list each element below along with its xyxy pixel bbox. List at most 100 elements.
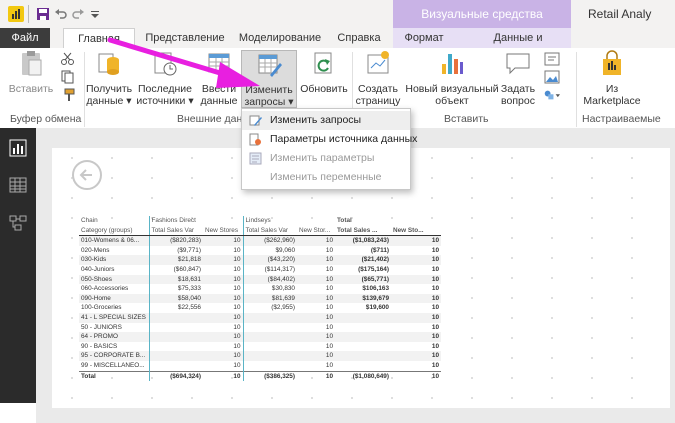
matrix-cell: 050-Shoes — [79, 274, 149, 285]
matrix-cell: 10 — [391, 293, 441, 304]
matrix-cell: Total Sales ... — [335, 225, 391, 237]
tab-format[interactable]: Формат — [398, 28, 450, 48]
matrix-cell: 100-Groceries — [81, 304, 122, 312]
matrix-cell: $9,060 — [242, 245, 297, 256]
matrix-cell: 10 — [431, 361, 439, 369]
matrix-cell: 020-Mens — [81, 246, 110, 254]
matrix-cell: Fashions Direct — [148, 216, 203, 226]
tab-file[interactable]: Файл — [0, 28, 50, 48]
menu-item-data-source-settings[interactable]: Параметры источника данных — [242, 130, 417, 149]
qat-divider — [28, 5, 29, 23]
matrix-cell: 10 — [203, 332, 243, 342]
matrix-cell: ($175,164) — [358, 265, 389, 273]
separator — [576, 52, 577, 127]
matrix-cell: 10 — [391, 235, 441, 246]
view-switcher-sidebar — [0, 128, 36, 403]
menu-item-edit-queries[interactable]: Изменить запросы — [242, 111, 410, 130]
matrix-cell: ($711) — [370, 246, 389, 254]
matrix-cell: 10 — [297, 351, 335, 361]
matrix-row: 90 - BASICS 10 10 10 — [79, 341, 441, 352]
marketplace-bag-icon — [603, 50, 621, 75]
matrix-cell — [297, 216, 335, 226]
edit-parameters-icon — [249, 152, 262, 165]
tab-help[interactable]: Справка — [330, 28, 388, 48]
menu-item-label: Параметры источника данных — [270, 133, 418, 145]
ask-question-button[interactable]: Задать вопрос — [498, 50, 538, 107]
matrix-cell — [148, 341, 203, 352]
matrix-cell: 10 — [325, 323, 333, 331]
matrix-cell: 10 — [431, 285, 439, 293]
matrix-cell: 10 — [297, 235, 335, 246]
matrix-cell: 99 - MISCELLANEO... — [81, 361, 145, 369]
edit-queries-dropdown-menu: Изменить запросы Параметры источника дан… — [241, 108, 417, 190]
copy-icon[interactable] — [60, 70, 76, 84]
data-view-icon[interactable] — [9, 176, 27, 194]
shapes-icon[interactable] — [544, 88, 560, 102]
matrix-cell: 10 — [325, 285, 333, 293]
back-button[interactable] — [72, 160, 102, 190]
cut-icon[interactable] — [60, 52, 76, 66]
matrix-cell: 10 — [203, 370, 243, 382]
paste-button[interactable]: Вставить — [6, 50, 56, 95]
text-box-icon[interactable] — [544, 52, 560, 66]
matrix-cell: 10 — [297, 332, 335, 342]
menu-item-label: Изменить запросы — [270, 114, 362, 126]
image-icon[interactable] — [544, 70, 560, 84]
tab-data-drill[interactable]: Данные и детализация — [462, 28, 574, 64]
matrix-cell — [391, 216, 441, 226]
annotation-arrow-icon — [107, 37, 260, 88]
qat-customize-icon[interactable] — [88, 7, 102, 21]
matrix-cell: 10 — [391, 274, 441, 285]
marketplace-label-2: Marketplace — [583, 95, 641, 107]
matrix-cell — [242, 322, 297, 333]
matrix-cell: 10 — [203, 235, 243, 246]
matrix-cell: $139,679 — [335, 293, 391, 304]
refresh-button[interactable]: Обновить — [300, 50, 348, 95]
menu-item-edit-parameters: Изменить параметры — [242, 149, 410, 168]
from-marketplace-button[interactable]: Из Marketplace — [580, 50, 644, 107]
title-bar: Визуальные средства Retail Analy — [0, 0, 675, 28]
report-view-icon[interactable] — [9, 139, 27, 157]
matrix-cell: 10 — [325, 361, 333, 369]
matrix-cell: ($694,324) — [148, 370, 203, 382]
matrix-cell: 10 — [431, 323, 439, 331]
ask-question-icon — [506, 53, 530, 75]
matrix-cell: Total Sales Var — [148, 225, 203, 237]
matrix-row: 010-Womens & 06... ($820,283) 10 ($262,960)… — [79, 235, 441, 246]
matrix-cell: Total Sales Var — [242, 225, 297, 237]
paste-icon — [22, 51, 42, 76]
group-label-custom: Настраиваемые — [582, 113, 661, 125]
matrix-cell: 010-Womens & 06... — [79, 235, 149, 246]
edit-query-icon — [249, 115, 262, 126]
ask-question-label-2: вопрос — [501, 95, 535, 107]
redo-icon[interactable] — [71, 7, 85, 21]
matrix-cell — [242, 351, 297, 361]
matrix-cell: ($65,771) — [335, 274, 391, 285]
matrix-cell: $22,556 — [148, 303, 203, 313]
new-visual-button[interactable]: Новый визуальный объект — [405, 50, 499, 107]
matrix-cell — [335, 342, 391, 352]
paste-label: Вставить — [8, 83, 54, 95]
undo-icon[interactable] — [54, 7, 68, 21]
new-visual-label-1: Новый визуальный — [405, 83, 499, 95]
matrix-total-row: Total ($694,324) 10 ($386,325) 10 ($1,080,649… — [79, 370, 441, 382]
matrix-cell — [242, 332, 297, 342]
matrix-row: 41 - L SPECIAL SIZES 10 10 10 — [79, 312, 441, 323]
format-painter-icon[interactable] — [60, 88, 76, 102]
matrix-cell: 95 - CORPORATE B... — [79, 351, 149, 361]
matrix-row: 050-Shoes $18,631 10 ($84,402) 10 ($65,771) 10 — [79, 274, 441, 285]
matrix-cell: 10 — [297, 293, 335, 304]
refresh-icon — [314, 52, 332, 74]
matrix-cell: 10 — [391, 332, 441, 342]
matrix-cell: 10 — [431, 304, 439, 312]
matrix-cell: ($1,083,243) — [335, 235, 391, 246]
model-view-icon[interactable] — [9, 214, 27, 232]
menu-item-label: Изменить параметры — [270, 152, 375, 164]
matrix-row: 030-Kids $21,818 10 ($43,220) 10 ($21,402) 10 — [79, 255, 441, 265]
save-icon[interactable] — [36, 7, 50, 21]
matrix-cell — [335, 361, 391, 371]
matrix-cell: Total — [337, 217, 352, 224]
matrix-visual[interactable]: Chain Fashions Direct Lindseys Total Categor… — [79, 216, 441, 382]
matrix-cell: 10 — [391, 255, 441, 265]
edit-queries-label-2: запросы ▾ — [244, 96, 294, 108]
